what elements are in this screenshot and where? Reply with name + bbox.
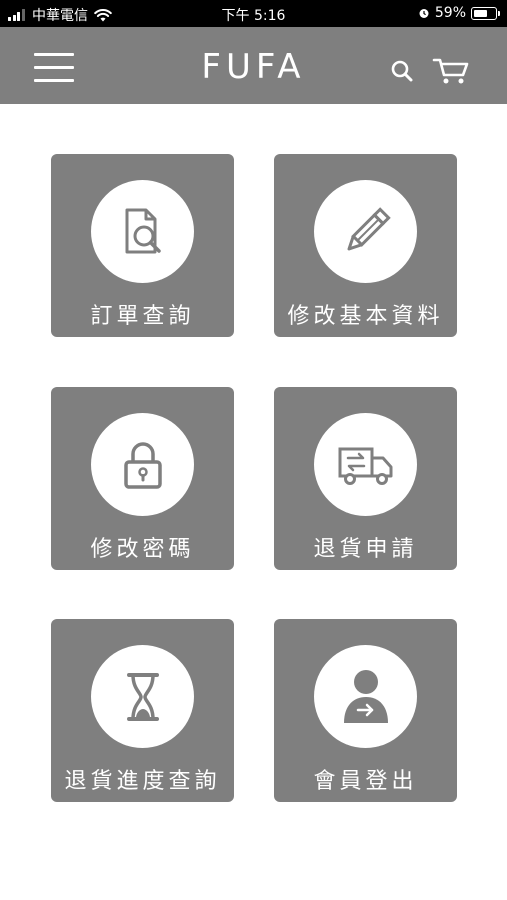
battery-icon: [471, 6, 500, 20]
tile-label: 退貨進度查詢: [64, 769, 221, 794]
navbar: FUFA: [0, 27, 507, 104]
hourglass-icon: [126, 672, 159, 721]
icon-circle: [91, 180, 194, 283]
search-icon[interactable]: [388, 57, 416, 85]
brand-logo[interactable]: FUFA: [0, 47, 507, 87]
status-right: 59%: [418, 5, 500, 21]
tile-label: 退貨申請: [313, 537, 418, 562]
document-search-icon: [125, 208, 161, 253]
icon-circle: [314, 413, 417, 516]
alarm-icon: [419, 9, 429, 18]
icon-circle: [91, 645, 194, 748]
status-bar: 中華電信 下午 5:16 59%: [0, 0, 507, 27]
user-logout-icon: [343, 669, 388, 723]
tile-edit-profile[interactable]: 修改基本資料: [274, 154, 457, 337]
icon-circle: [314, 645, 417, 748]
tile-return-request[interactable]: 退貨申請: [274, 387, 457, 570]
return-truck-icon: [338, 447, 392, 485]
tile-member-logout[interactable]: 會員登出: [274, 619, 457, 802]
tile-order-query[interactable]: 訂單查詢: [51, 154, 234, 337]
tile-label: 會員登出: [313, 769, 418, 794]
cart-icon[interactable]: [432, 56, 470, 86]
tile-label: 修改密碼: [90, 537, 195, 562]
tile-change-password[interactable]: 修改密碼: [51, 387, 234, 570]
icon-circle: [91, 413, 194, 516]
tile-label: 修改基本資料: [287, 304, 444, 329]
pencil-icon: [347, 206, 391, 250]
lock-icon: [123, 441, 162, 489]
icon-circle: [314, 180, 417, 283]
tile-return-progress[interactable]: 退貨進度查詢: [51, 619, 234, 802]
battery-percent: 59%: [434, 5, 466, 21]
tile-label: 訂單查詢: [90, 304, 195, 329]
